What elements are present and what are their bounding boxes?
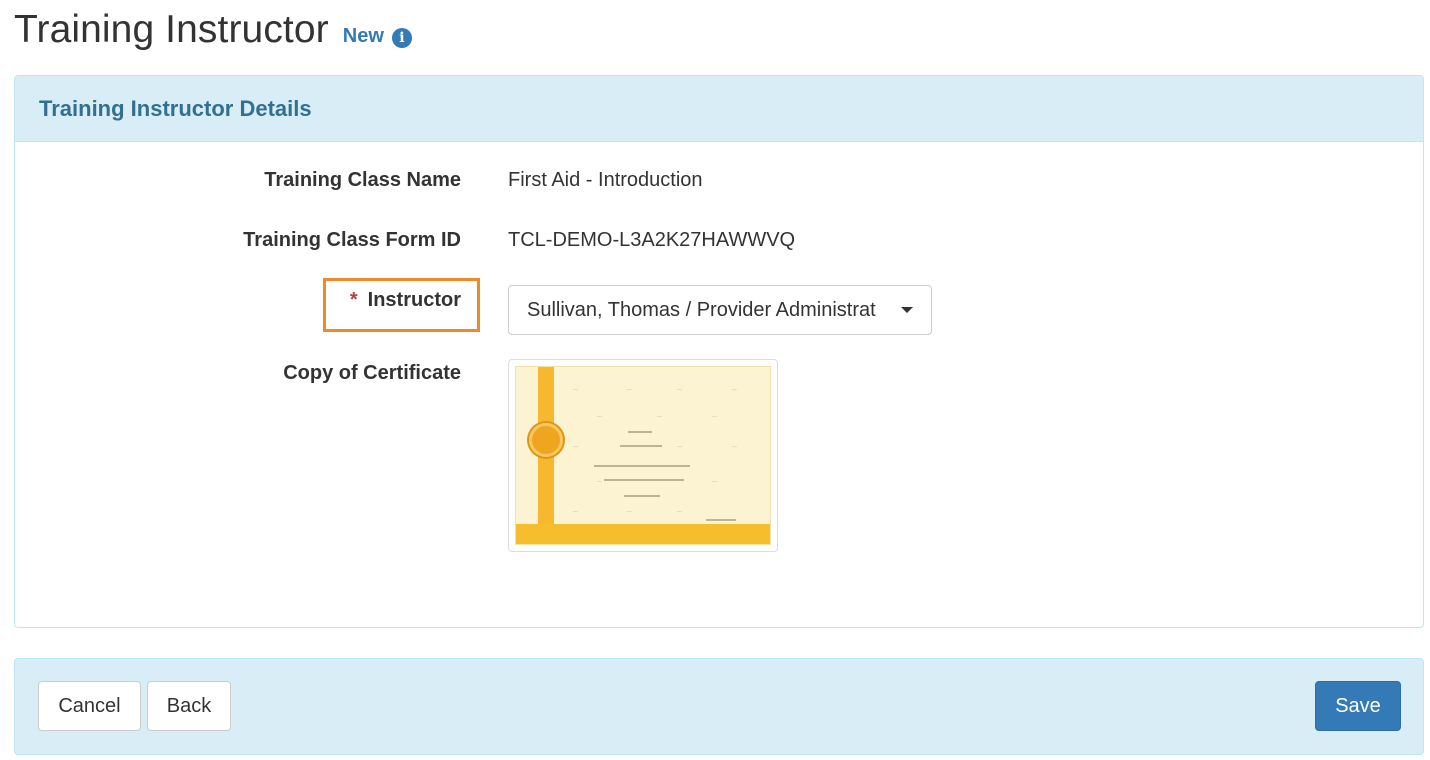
page-title: Training Instructor [14,8,329,51]
training-class-form-id-label: Training Class Form ID [243,229,461,251]
form-actions-bar: Cancel Back Save [14,658,1424,755]
certificate-seal [529,423,563,457]
status-badge: New i [343,25,412,48]
instructor-label-text: Instructor [367,289,461,311]
panel-title: Training Instructor Details [39,95,312,121]
caret-down-icon [901,307,913,313]
required-marker: * [349,289,358,311]
back-button[interactable]: Back [147,681,231,731]
info-circle-icon[interactable]: i [391,27,412,48]
instructor-selected-value: Sullivan, Thomas / Provider Administrat [527,298,876,321]
training-class-name-value: First Aid - Introduction [508,169,703,191]
save-button[interactable]: Save [1315,681,1401,731]
details-panel: Training Instructor Details Training Cla… [14,75,1424,628]
copy-of-certificate-label: Copy of Certificate [283,362,461,384]
page-header: Training Instructor New i [14,8,412,52]
certificate-image: ~ ~ ~ ~ ~ ~ ~ ~ ~ ~ ~ ~ ~ ~ ~ [515,366,771,545]
instructor-label: * Instructor [350,289,461,312]
cancel-button[interactable]: Cancel [38,681,141,731]
panel-heading: Training Instructor Details [15,76,1423,142]
certificate-thumbnail[interactable]: ~ ~ ~ ~ ~ ~ ~ ~ ~ ~ ~ ~ ~ ~ ~ [508,359,778,552]
training-class-name-label: Training Class Name [264,169,461,191]
certificate-footer-bar [516,524,770,544]
instructor-select[interactable]: Sullivan, Thomas / Provider Administrat [508,285,932,335]
training-class-form-id-value: TCL-DEMO-L3A2K27HAWWVQ [508,229,796,251]
new-badge-label: New [342,25,384,47]
